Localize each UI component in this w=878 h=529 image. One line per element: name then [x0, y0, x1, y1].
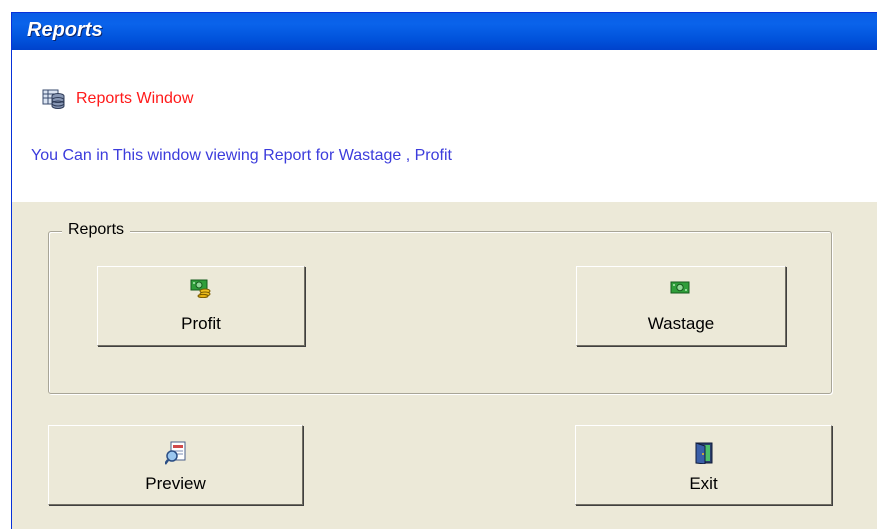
reports-groupbox: Reports Profit Wastage: [48, 221, 832, 394]
profit-button-label: Profit: [181, 314, 221, 333]
preview-button[interactable]: Preview: [48, 425, 303, 505]
wastage-button-label: Wastage: [647, 314, 715, 333]
header-banner: Reports Window You Can in This window vi…: [12, 50, 877, 202]
exit-button-label: Exit: [689, 474, 718, 493]
title-bar[interactable]: Reports: [12, 13, 877, 50]
banner-heading: Reports Window: [76, 90, 194, 107]
money-coins-icon: [190, 278, 212, 303]
money-icon: [670, 279, 692, 300]
window-title: Reports: [27, 19, 103, 41]
preview-document-icon: [163, 441, 187, 470]
profit-button[interactable]: Profit: [97, 266, 305, 346]
exit-button[interactable]: Exit: [575, 425, 832, 505]
wastage-button[interactable]: Wastage: [576, 266, 786, 346]
banner-description: You Can in This window viewing Report fo…: [31, 147, 452, 164]
reports-window: Reports Reports Window You Can in This w…: [11, 12, 877, 529]
database-table-icon: [42, 88, 66, 110]
reports-group-legend: Reports: [62, 221, 131, 239]
preview-button-label: Preview: [145, 474, 206, 493]
exit-door-icon: [694, 442, 714, 469]
